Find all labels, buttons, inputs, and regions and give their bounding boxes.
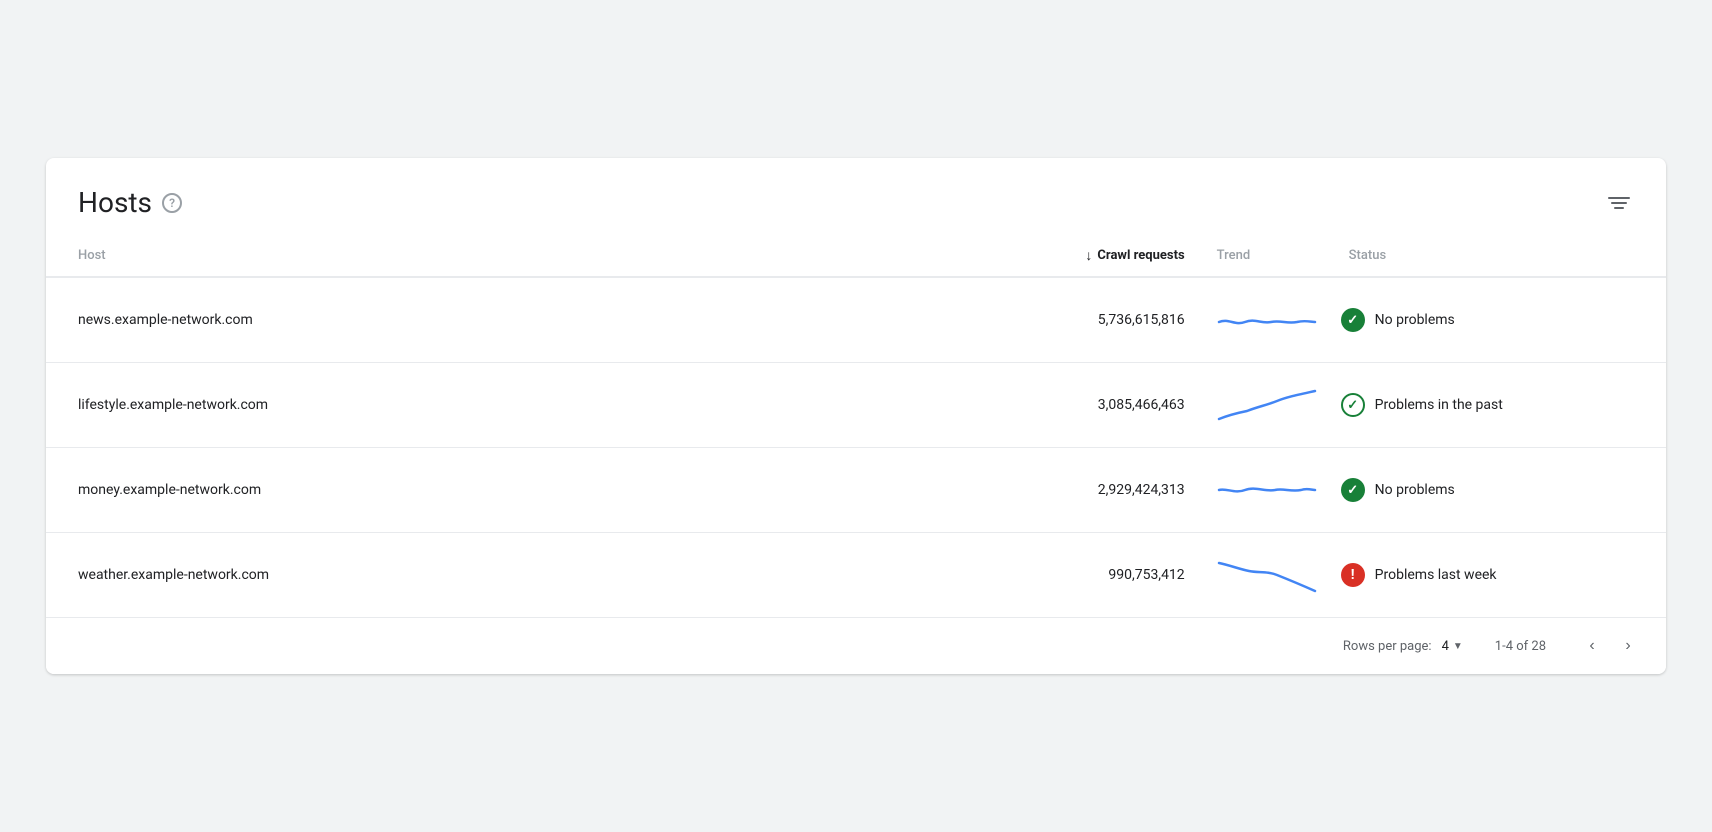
sort-down-icon: ↓ — [1085, 247, 1092, 264]
status-label: Problems last week — [1375, 567, 1497, 583]
trend-cell — [1201, 363, 1333, 448]
page-title: Hosts — [78, 186, 152, 219]
host-cell: lifestyle.example-network.com — [46, 363, 937, 448]
crawl-requests-cell: 2,929,424,313 — [937, 448, 1201, 533]
table-header-row: Host ↓ Crawl requests Trend Status — [46, 235, 1666, 277]
status-label: No problems — [1375, 312, 1455, 328]
crawl-requests-cell: 3,085,466,463 — [937, 363, 1201, 448]
col-header-trend: Trend — [1201, 235, 1333, 277]
crawl-requests-cell: 990,753,412 — [937, 533, 1201, 618]
prev-page-button[interactable]: ‹ — [1578, 632, 1606, 660]
host-cell: weather.example-network.com — [46, 533, 937, 618]
status-container: ! Problems last week — [1341, 563, 1650, 587]
table-row[interactable]: lifestyle.example-network.com 3,085,466,… — [46, 363, 1666, 448]
trend-cell — [1201, 277, 1333, 363]
chevron-down-icon: ▼ — [1453, 641, 1463, 652]
status-container: ✓ No problems — [1341, 308, 1650, 332]
status-cell-td: ✓ No problems — [1333, 277, 1666, 363]
rows-per-page: Rows per page: 4 ▼ — [1343, 639, 1463, 654]
host-cell: news.example-network.com — [46, 277, 937, 363]
table-row[interactable]: money.example-network.com 2,929,424,313 … — [46, 448, 1666, 533]
help-icon[interactable]: ? — [162, 193, 182, 213]
status-icon-green: ✓ — [1341, 478, 1365, 502]
status-label: Problems in the past — [1375, 397, 1503, 413]
status-container: ✓ Problems in the past — [1341, 393, 1650, 417]
table-wrap: Host ↓ Crawl requests Trend Status — [46, 235, 1666, 617]
card-header: Hosts ? — [46, 158, 1666, 235]
table-footer: Rows per page: 4 ▼ 1-4 of 28 ‹ › — [46, 617, 1666, 674]
rows-per-page-select[interactable]: 4 ▼ — [1442, 639, 1463, 654]
filter-button[interactable] — [1604, 193, 1634, 213]
status-cell-td: ✓ Problems in the past — [1333, 363, 1666, 448]
host-cell: money.example-network.com — [46, 448, 937, 533]
status-cell-td: ✓ No problems — [1333, 448, 1666, 533]
pagination-nav: ‹ › — [1578, 632, 1642, 660]
status-container: ✓ No problems — [1341, 478, 1650, 502]
table-row[interactable]: weather.example-network.com 990,753,412 … — [46, 533, 1666, 618]
table-row[interactable]: news.example-network.com 5,736,615,816 ✓… — [46, 277, 1666, 363]
next-page-button[interactable]: › — [1614, 632, 1642, 660]
hosts-card: Hosts ? Host ↓ Crawl request — [46, 158, 1666, 674]
hosts-table: Host ↓ Crawl requests Trend Status — [46, 235, 1666, 617]
status-icon-red: ! — [1341, 563, 1365, 587]
col-header-host: Host — [46, 235, 937, 277]
status-label: No problems — [1375, 482, 1455, 498]
pagination-info: 1-4 of 28 — [1495, 639, 1546, 654]
table-body: news.example-network.com 5,736,615,816 ✓… — [46, 277, 1666, 617]
trend-cell — [1201, 448, 1333, 533]
col-header-status: Status — [1333, 235, 1666, 277]
crawl-requests-cell: 5,736,615,816 — [937, 277, 1201, 363]
header-left: Hosts ? — [78, 186, 182, 219]
status-icon-green-outline: ✓ — [1341, 393, 1365, 417]
trend-cell — [1201, 533, 1333, 618]
status-cell-td: ! Problems last week — [1333, 533, 1666, 618]
status-icon-green: ✓ — [1341, 308, 1365, 332]
col-header-crawl[interactable]: ↓ Crawl requests — [937, 235, 1201, 277]
